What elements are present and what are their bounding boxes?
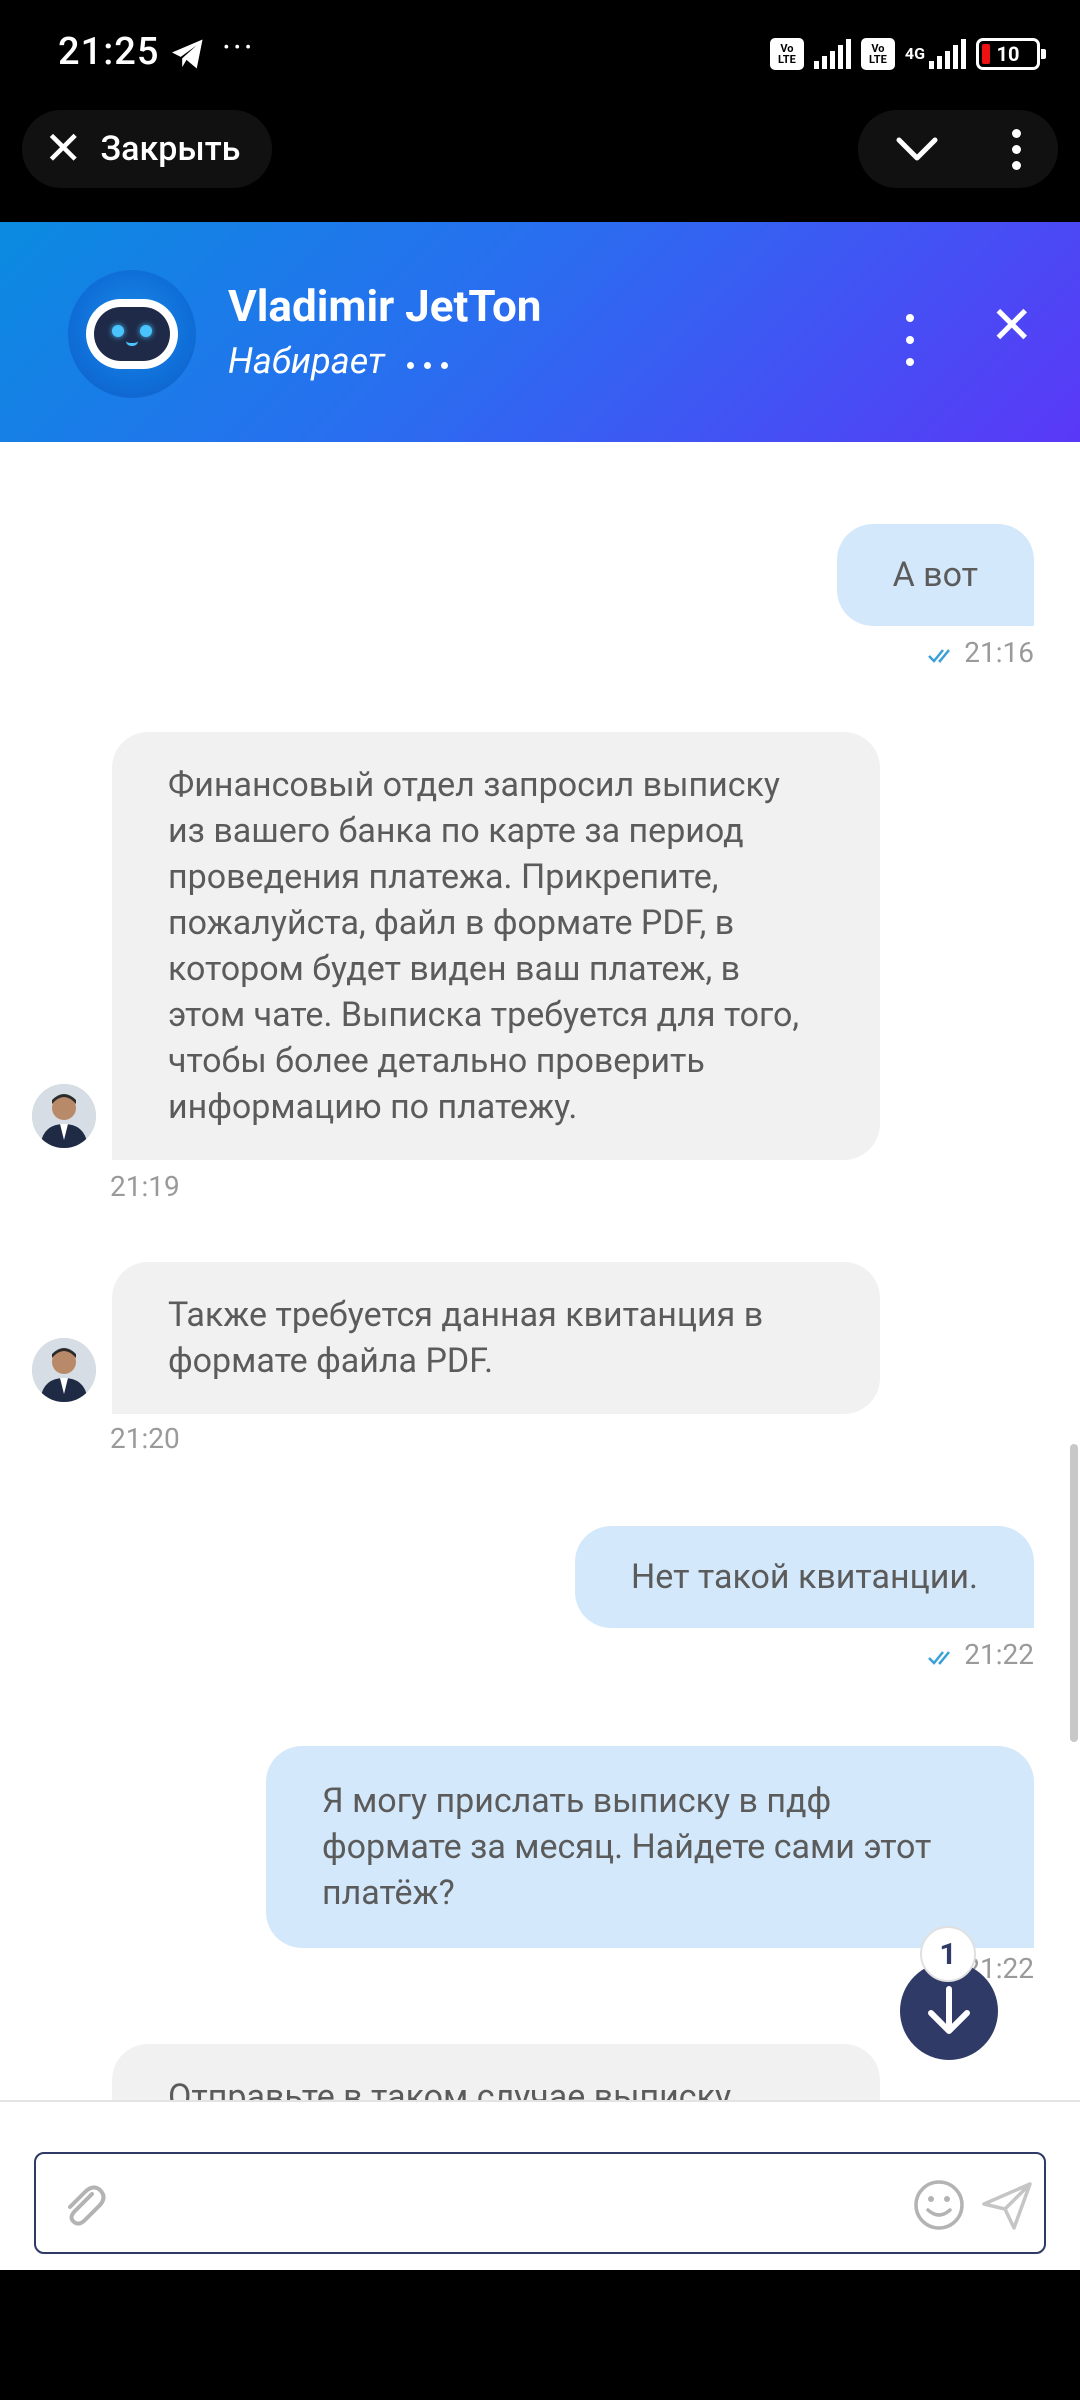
typing-dots-icon <box>406 354 448 369</box>
message-time: 21:16 <box>928 636 1034 669</box>
signal-icon <box>813 39 851 69</box>
message-time: 21:19 <box>110 1170 180 1203</box>
signal-icon-2 <box>929 39 966 69</box>
chevron-down-icon[interactable] <box>895 134 939 164</box>
chat-close-icon[interactable]: ✕ <box>990 300 1034 352</box>
message-composer <box>0 2100 1080 2270</box>
message-list[interactable]: А вот 21:16 Финансовый отдел запросил вы… <box>0 442 1080 2100</box>
message-time: 21:22 <box>928 1638 1034 1671</box>
chat-header: Vladimir JetTon Набирает ✕ <box>0 222 1080 442</box>
telegram-icon <box>172 39 203 69</box>
arrow-down-icon <box>928 1986 970 2034</box>
toolbar-actions <box>858 110 1058 188</box>
browser-toolbar: ✕ Закрыть <box>0 110 1080 222</box>
volte-icon: Vo LTE <box>769 38 804 70</box>
incoming-message: Финансовый отдел запросил выписку из ваш… <box>112 732 880 1160</box>
send-icon[interactable] <box>980 2178 1034 2232</box>
outgoing-message: Я могу прислать выписку в пдф формате за… <box>266 1746 1034 1948</box>
outgoing-message: Нет такой квитанции. <box>575 1526 1034 1628</box>
agent-avatar <box>32 1338 96 1402</box>
status-time: 21:25 <box>58 30 160 74</box>
typing-label: Набирает <box>228 340 385 382</box>
emoji-icon[interactable] <box>912 2178 966 2232</box>
volte-icon-2: Vo LTE <box>860 38 895 70</box>
status-bar: 21:25 ··· Vo LTE Vo LTE 4G 10 <box>0 0 1080 110</box>
incoming-message: Также требуется данная квитанция в форма… <box>112 1262 880 1414</box>
agent-avatar <box>32 1084 96 1148</box>
message-input[interactable] <box>126 2174 906 2234</box>
more-notifications-icon: ··· <box>222 28 255 68</box>
read-receipt-icon <box>928 648 951 663</box>
network-type: 4G <box>904 44 925 63</box>
typing-status: Набирает <box>228 340 448 382</box>
bot-avatar <box>68 270 196 398</box>
chat-menu-icon[interactable] <box>906 314 914 373</box>
close-button[interactable]: ✕ Закрыть <box>22 110 273 188</box>
unread-count-badge: 1 <box>920 1926 976 1982</box>
system-navigation-bar <box>0 2270 1080 2400</box>
close-label: Закрыть <box>100 129 241 169</box>
message-time: 21:20 <box>110 1422 180 1455</box>
scrollbar[interactable] <box>1070 1444 1078 1742</box>
more-options-icon[interactable] <box>1012 128 1022 170</box>
outgoing-message: А вот <box>836 524 1034 626</box>
incoming-message: Отправьте в таком случае выписку <box>112 2044 880 2100</box>
close-icon: ✕ <box>44 122 83 176</box>
agent-name: Vladimir JetTon <box>228 280 542 332</box>
message-input-box <box>34 2152 1046 2254</box>
battery-icon: 10 <box>976 38 1046 70</box>
read-receipt-icon <box>928 1650 951 1665</box>
paperclip-icon[interactable] <box>58 2180 110 2232</box>
